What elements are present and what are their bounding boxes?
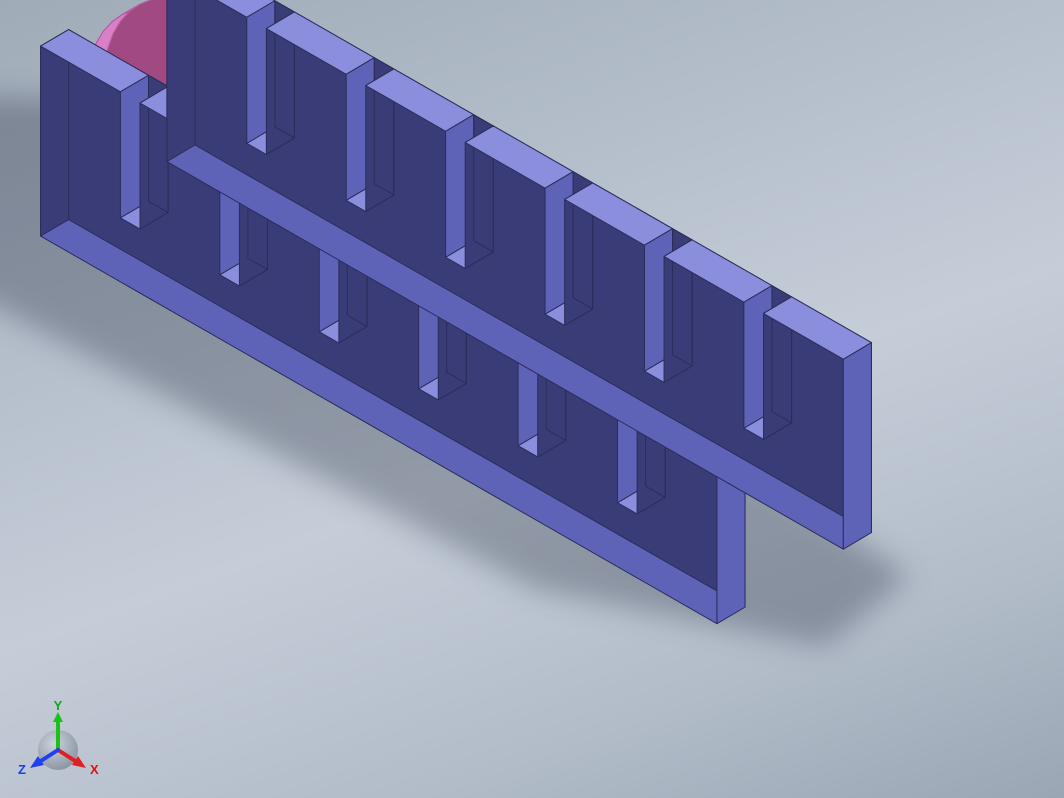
cad-viewport[interactable]: Y X Z: [0, 0, 1064, 798]
orientation-triad[interactable]: Y X Z: [18, 704, 98, 784]
axis-x-label: X: [90, 762, 99, 777]
model-render: [0, 0, 1064, 798]
axis-y-label: Y: [54, 698, 63, 713]
axis-z-label: Z: [18, 762, 26, 777]
